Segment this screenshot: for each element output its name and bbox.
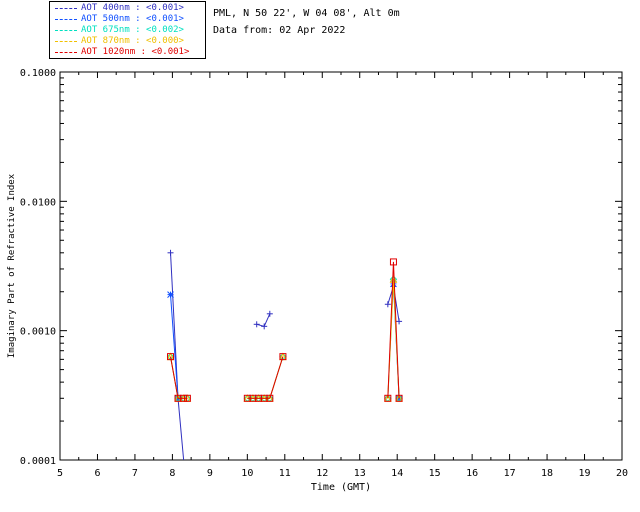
x-tick-label: 11 (279, 468, 291, 479)
x-tick-label: 12 (316, 468, 328, 479)
chart-svg: 5 6 7 8 9 10 11 12 13 14 15 16 17 18 19 20 0.0001 0.0010 0… (7, 68, 628, 493)
x-tick-label: 7 (132, 468, 138, 479)
plot-frame (59, 71, 623, 461)
series-line-segment (263, 313, 271, 327)
data-point (384, 301, 391, 308)
series-line-segment (269, 356, 284, 399)
x-tick-label: 15 (429, 468, 441, 479)
x-tick-label: 9 (207, 468, 213, 479)
x-tick-label: 10 (241, 468, 253, 479)
series-line-segment (177, 398, 185, 461)
data-point (167, 291, 174, 298)
x-tick-label: 16 (466, 468, 478, 479)
series-4 (167, 258, 403, 402)
y-axis-title: Imaginary Part of Refractive Index (7, 173, 17, 358)
axis-ticks: 5 6 7 8 9 10 11 12 13 14 15 16 17 18 19 20 0.0001 0.0010 0… (20, 68, 628, 479)
data-point (266, 310, 273, 317)
y-tick-label: 0.0100 (20, 197, 56, 208)
series-2 (166, 275, 403, 402)
x-tick-label: 5 (57, 468, 63, 479)
data-point (253, 321, 260, 328)
x-tick-label: 18 (541, 468, 553, 479)
data-point (167, 249, 174, 256)
x-tick-label: 19 (579, 468, 591, 479)
series-3 (166, 275, 403, 402)
data-point (261, 323, 268, 330)
y-tick-label: 0.0001 (20, 456, 56, 467)
y-tick-label: 0.0010 (20, 327, 56, 338)
data-point (396, 318, 403, 325)
series-layer (166, 249, 403, 461)
x-tick-label: 17 (504, 468, 516, 479)
x-axis-title: Time (GMT) (311, 482, 371, 493)
series-1 (167, 280, 403, 402)
x-tick-label: 14 (391, 468, 403, 479)
x-tick-label: 20 (616, 468, 628, 479)
y-tick-label: 0.1000 (20, 68, 56, 79)
x-tick-label: 8 (169, 468, 175, 479)
series-line-segment (170, 294, 179, 399)
x-tick-label: 13 (354, 468, 366, 479)
x-tick-label: 6 (94, 468, 100, 479)
